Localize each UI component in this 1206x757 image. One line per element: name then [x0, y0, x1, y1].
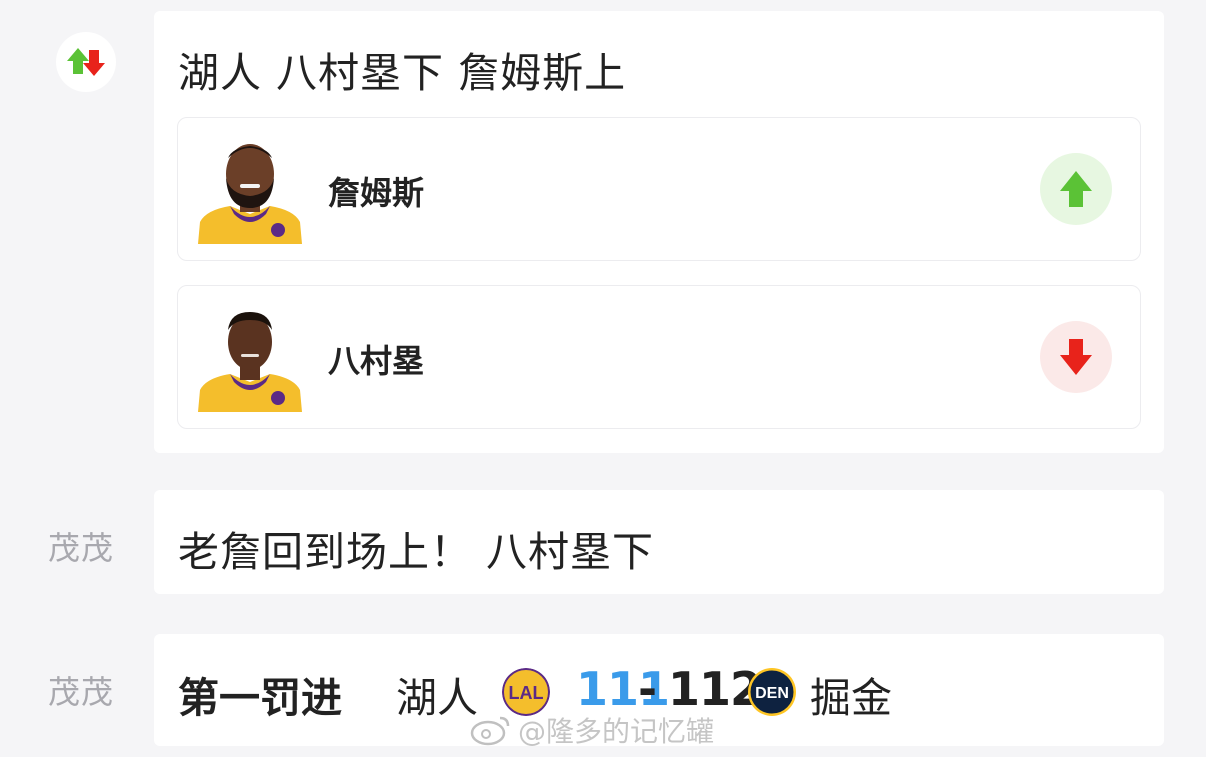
substitution-title: 湖人 八村塁下 詹姆斯上: [178, 49, 627, 97]
weibo-icon: [470, 716, 510, 746]
message-author: 茂茂: [48, 673, 115, 711]
player-in-row[interactable]: 詹姆斯: [177, 117, 1141, 261]
home-team-name: 湖人: [396, 674, 478, 722]
away-team-name: 掘金: [810, 674, 892, 722]
player-out-row[interactable]: 八村塁: [177, 285, 1141, 429]
arrow-down-icon: [1060, 339, 1092, 375]
watermark-text: @隆多的记忆罐: [518, 715, 715, 748]
nuggets-logo-text: DEN: [755, 685, 789, 702]
score-event: 第一罚进: [178, 674, 342, 722]
away-score: 112: [668, 662, 762, 716]
substitution-arrows-icon: [56, 32, 116, 92]
player-out-name: 八村塁: [328, 342, 425, 380]
message-card: 老詹回到场上！ 八村塁下: [154, 490, 1164, 594]
message-text: 老詹回到场上！ 八村塁下: [178, 528, 655, 576]
player-avatar: [198, 312, 302, 412]
lakers-logo-icon: LAL: [502, 668, 550, 716]
message-author: 茂茂: [48, 529, 115, 567]
sub-in-badge: [1040, 153, 1112, 225]
player-in-name: 詹姆斯: [328, 174, 425, 212]
player-avatar: [198, 144, 302, 244]
score-separator: -: [638, 662, 658, 716]
nuggets-logo-icon: DEN: [748, 668, 796, 716]
lakers-logo-text: LAL: [509, 683, 544, 703]
substitution-card: 湖人 八村塁下 詹姆斯上 詹姆斯 八村塁: [154, 11, 1164, 453]
arrow-up-icon: [1060, 171, 1092, 207]
sub-out-badge: [1040, 321, 1112, 393]
